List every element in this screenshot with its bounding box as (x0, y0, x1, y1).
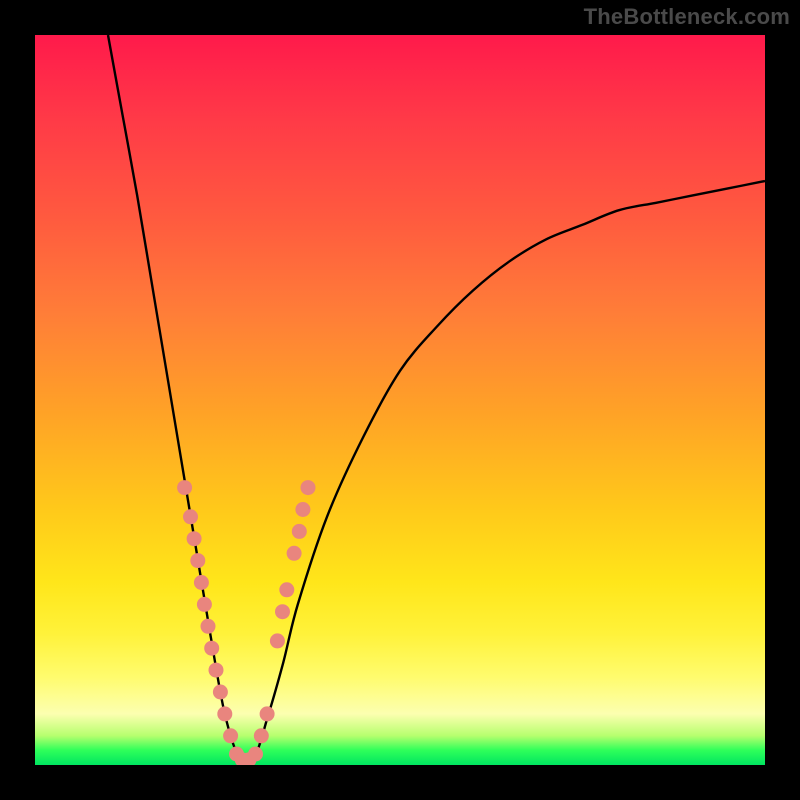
data-dot (270, 633, 285, 648)
data-dot (177, 480, 192, 495)
data-dot (254, 728, 269, 743)
data-dot (190, 553, 205, 568)
data-dot (183, 509, 198, 524)
data-dot (301, 480, 316, 495)
data-dot (204, 641, 219, 656)
curve-layer (35, 35, 765, 765)
chart-frame: TheBottleneck.com (0, 0, 800, 800)
curve-dots (177, 480, 315, 765)
data-dot (197, 597, 212, 612)
data-dot (248, 747, 263, 762)
bottleneck-curve (108, 35, 765, 763)
plot-area (35, 35, 765, 765)
data-dot (260, 706, 275, 721)
data-dot (187, 531, 202, 546)
data-dot (217, 706, 232, 721)
data-dot (209, 663, 224, 678)
data-dot (295, 502, 310, 517)
data-dot (223, 728, 238, 743)
data-dot (287, 546, 302, 561)
data-dot (275, 604, 290, 619)
data-dot (201, 619, 216, 634)
watermark-text: TheBottleneck.com (584, 4, 790, 30)
data-dot (194, 575, 209, 590)
data-dot (292, 524, 307, 539)
data-dot (213, 685, 228, 700)
data-dot (279, 582, 294, 597)
